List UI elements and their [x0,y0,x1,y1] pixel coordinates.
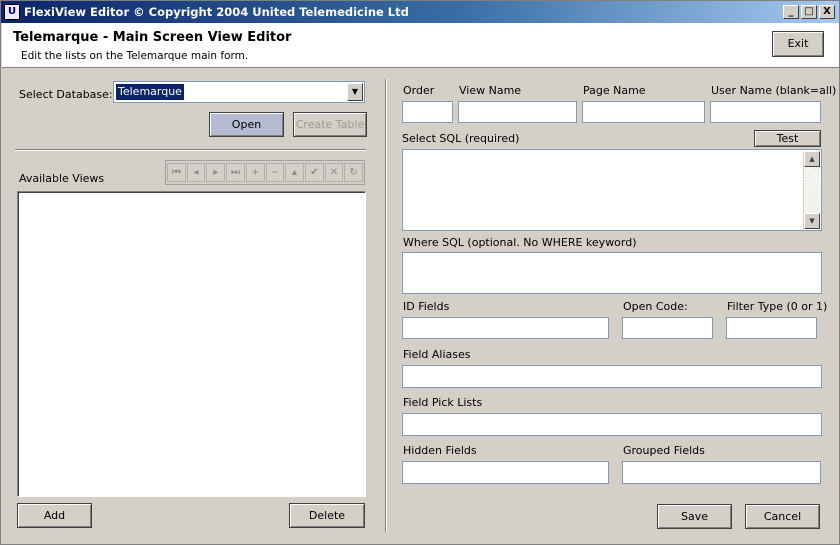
where-sql-field[interactable] [402,252,822,294]
view-name-label: View Name [459,84,522,97]
close-button[interactable]: X [819,5,835,19]
page-name-label: Page Name [583,84,646,97]
field-pick-lists-label: Field Pick Lists [403,396,483,409]
page-subtitle: Edit the lists on the Telemarque main fo… [21,50,249,62]
field-aliases-label: Field Aliases [403,348,471,361]
app-icon: U [4,4,20,20]
cancel-button[interactable]: Cancel [745,504,820,529]
title-bar[interactable]: U FlexiView Editor © Copyright 2004 Unit… [1,1,839,23]
last-record-icon[interactable]: ⏭ [226,163,245,182]
maximize-button[interactable]: □ [801,5,817,19]
save-button[interactable]: Save [657,504,732,529]
test-button[interactable]: Test [754,130,821,147]
window-title: FlexiView Editor © Copyright 2004 United… [24,5,409,19]
user-name-field[interactable] [710,101,821,123]
panel-divider [385,79,387,532]
scroll-down-icon[interactable]: ▼ [804,213,820,229]
next-record-icon[interactable]: ▸ [206,163,226,182]
add-button[interactable]: Add [17,503,92,528]
refresh-icon[interactable]: ↻ [344,163,364,182]
insert-record-icon[interactable]: + [245,163,265,182]
order-label: Order [403,84,435,97]
hidden-fields-label: Hidden Fields [403,444,477,457]
main-window: U FlexiView Editor © Copyright 2004 Unit… [0,0,840,545]
minimize-button[interactable]: _ [783,5,799,19]
exit-button[interactable]: Exit [772,31,824,57]
page-title: Telemarque - Main Screen View Editor [13,30,292,45]
view-name-field[interactable] [458,101,577,123]
open-button[interactable]: Open [209,112,284,137]
open-code-label: Open Code: [623,300,688,313]
create-table-button: Create Table [293,112,367,137]
post-record-icon[interactable]: ✔ [304,163,324,182]
select-database-label: Select Database: [19,88,113,101]
grouped-fields-field[interactable] [622,461,821,484]
field-aliases-field[interactable] [402,365,822,388]
id-fields-field[interactable] [402,317,609,339]
hidden-fields-field[interactable] [402,461,609,484]
edit-record-icon[interactable]: ▴ [285,163,304,182]
record-navigator: ⏮ ◂ ▸ ⏭ + − ▴ ✔ ✕ ↻ [165,160,365,185]
order-field[interactable] [402,101,453,123]
select-sql-field[interactable]: ▲ ▼ [402,149,822,231]
first-record-icon[interactable]: ⏮ [167,163,186,182]
vertical-scrollbar[interactable]: ▲ ▼ [803,151,820,229]
delete-button[interactable]: Delete [289,503,365,528]
available-views-list[interactable] [17,191,366,497]
scroll-up-icon[interactable]: ▲ [804,151,820,167]
cancel-edit-icon[interactable]: ✕ [324,163,344,182]
page-name-field[interactable] [582,101,705,123]
filter-type-field[interactable] [726,317,817,339]
field-pick-lists-field[interactable] [402,413,822,436]
select-sql-label: Select SQL (required) [402,132,520,145]
database-select[interactable]: Telemarque ▼ [113,81,365,103]
delete-record-icon[interactable]: − [265,163,285,182]
where-sql-label: Where SQL (optional. No WHERE keyword) [403,236,637,249]
database-select-value: Telemarque [116,84,184,100]
filter-type-label: Filter Type (0 or 1) [727,300,828,313]
grouped-fields-label: Grouped Fields [623,444,705,457]
available-views-label: Available Views [19,172,105,185]
divider [15,149,366,151]
open-code-field[interactable] [622,317,713,339]
chevron-down-icon[interactable]: ▼ [347,83,363,101]
prior-record-icon[interactable]: ◂ [186,163,206,182]
user-name-label: User Name (blank=all) [711,84,837,97]
header-panel: Telemarque - Main Screen View Editor Edi… [2,23,839,68]
id-fields-label: ID Fields [403,300,450,313]
